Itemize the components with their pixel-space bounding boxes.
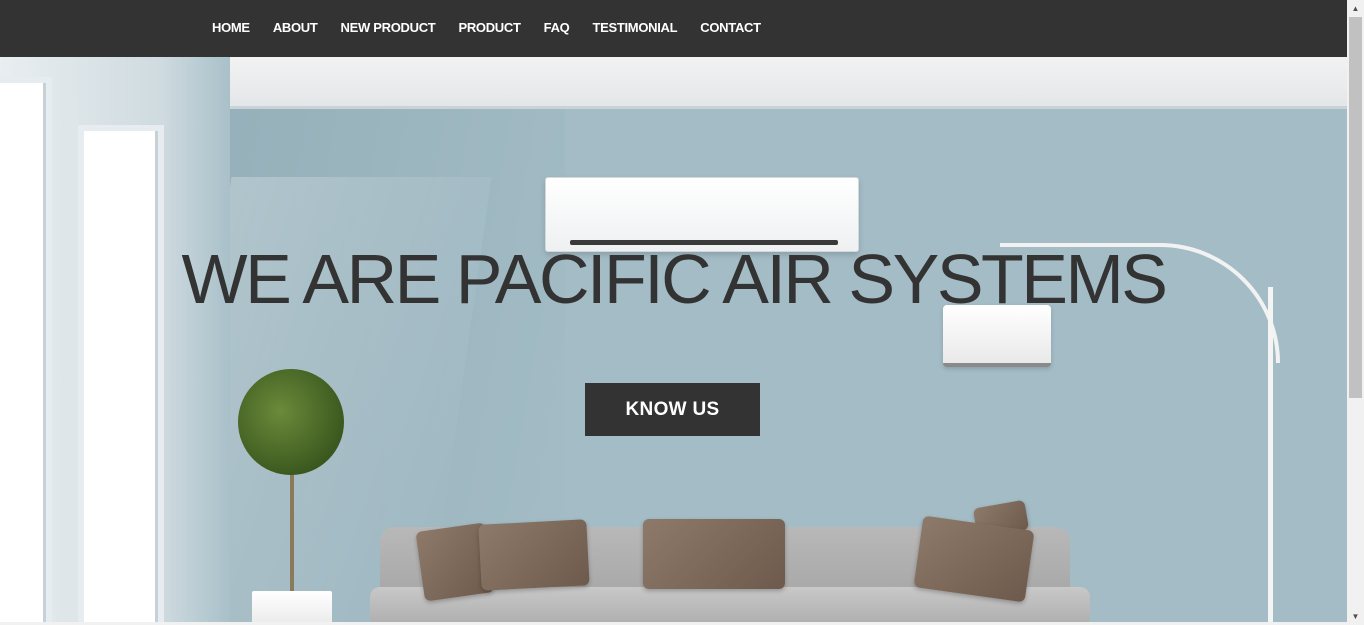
nav-item-faq[interactable]: FAQ [544,20,570,35]
pillow [478,519,590,591]
window-pane [78,125,164,625]
window-pane [0,77,52,625]
hero-banner: WE ARE PACIFIC AIR SYSTEMS KNOW US [0,57,1347,625]
nav-item-about[interactable]: ABOUT [273,20,318,35]
hero-ceiling [165,57,1347,107]
scroll-down-arrow-icon[interactable]: ▼ [1347,608,1364,625]
nav-item-contact[interactable]: CONTACT [700,20,761,35]
pillow [643,519,785,589]
scrollbar-thumb[interactable] [1349,17,1362,398]
window-frame [66,97,78,625]
scroll-up-arrow-icon[interactable]: ▲ [1347,0,1364,17]
nav-item-product[interactable]: PRODUCT [458,20,520,35]
nav-item-home[interactable]: HOME [212,20,250,35]
pillow [913,515,1035,603]
hero-title: WE ARE PACIFIC AIR SYSTEMS [181,240,1168,318]
hero-window-wall [0,57,230,625]
nav-item-new-product[interactable]: NEW PRODUCT [341,20,436,35]
nav-item-testimonial[interactable]: TESTIMONIAL [592,20,677,35]
plant-stem [290,467,294,597]
potted-plant-icon [238,369,344,475]
page-scrollbar[interactable]: ▲ ▼ [1347,0,1364,625]
know-us-button[interactable]: KNOW US [585,383,760,436]
plant-pot [252,591,332,625]
floor-lamp-icon [1268,287,1273,625]
top-navbar: HOME ABOUT NEW PRODUCT PRODUCT FAQ TESTI… [0,0,1347,57]
nav-menu: HOME ABOUT NEW PRODUCT PRODUCT FAQ TESTI… [212,20,784,35]
